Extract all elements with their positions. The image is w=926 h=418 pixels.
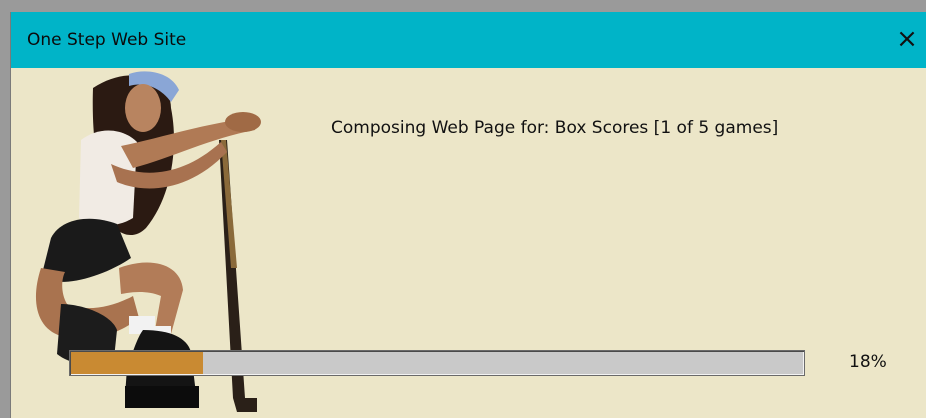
- progress-percent: 18%: [849, 352, 887, 372]
- title-bar[interactable]: One Step Web Site ×: [11, 12, 926, 68]
- progress-dialog: One Step Web Site × Composing Web Page f…: [10, 12, 926, 418]
- close-icon[interactable]: ×: [893, 22, 921, 56]
- progress-bar-fill: [71, 352, 203, 374]
- progress-bar: [69, 350, 805, 376]
- window-title: One Step Web Site: [27, 30, 187, 50]
- screen-frame: One Step Web Site × Composing Web Page f…: [0, 0, 926, 418]
- status-message: Composing Web Page for: Box Scores [1 of…: [331, 118, 779, 138]
